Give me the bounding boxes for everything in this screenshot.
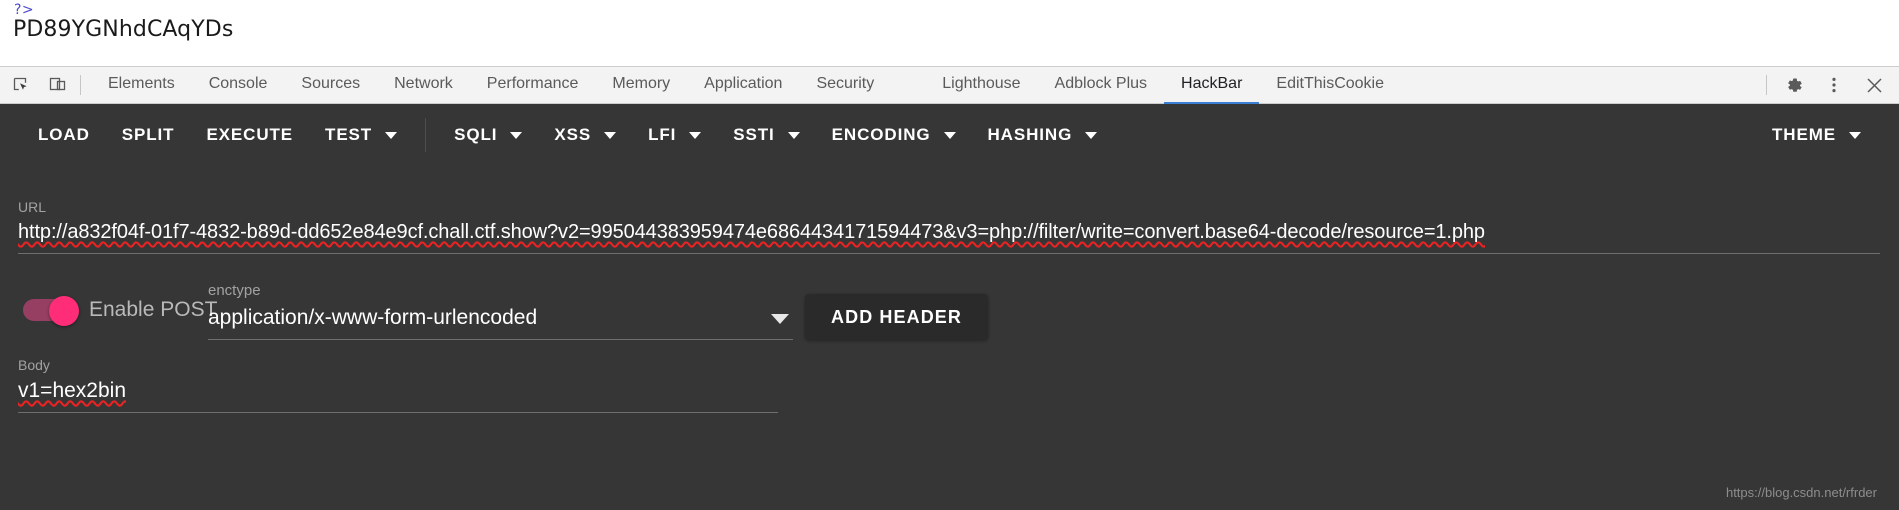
chevron-down-icon[interactable] (771, 314, 789, 324)
devtools-right-controls (1762, 67, 1899, 103)
hackbar-panel: LOAD SPLIT EXECUTE TEST SQLI XSS LFI SST… (0, 104, 1899, 510)
tab-label: Application (704, 75, 783, 92)
chevron-down-icon (787, 131, 800, 139)
tab-adblock-plus[interactable]: Adblock Plus (1038, 67, 1165, 104)
enctype-underline (208, 339, 793, 340)
chevron-down-icon (1085, 131, 1098, 139)
ssti-menu-button[interactable]: SSTI (717, 115, 815, 155)
tab-memory[interactable]: Memory (595, 67, 687, 104)
body-field[interactable]: Body v1=hex2bin (18, 357, 778, 413)
devtools-tab-bar: Elements Console Sources Network Perform… (0, 66, 1899, 104)
toggle-knob (49, 296, 79, 326)
tab-network[interactable]: Network (377, 67, 470, 104)
tab-label: Memory (612, 75, 671, 92)
tab-hackbar[interactable]: HackBar (1164, 67, 1260, 104)
tab-elements[interactable]: Elements (91, 67, 192, 104)
tab-editthiscookie[interactable]: EditThisCookie (1259, 67, 1401, 104)
chevron-down-icon (510, 131, 523, 139)
enctype-label: enctype (208, 282, 261, 299)
chevron-down-icon (943, 131, 956, 139)
tab-label: Lighthouse (942, 75, 1021, 92)
load-button[interactable]: LOAD (22, 115, 106, 155)
tab-console[interactable]: Console (192, 67, 285, 104)
add-header-button[interactable]: ADD HEADER (805, 294, 989, 340)
hashing-menu-button[interactable]: HASHING (972, 115, 1114, 155)
tab-label: Adblock Plus (1054, 75, 1148, 92)
hackbar-toolbar: LOAD SPLIT EXECUTE TEST SQLI XSS LFI SST… (0, 104, 1899, 166)
close-icon[interactable] (1859, 71, 1889, 99)
post-settings-row: Enable POST enctype application/x-www-fo… (18, 282, 1218, 352)
tab-label: Performance (486, 75, 579, 92)
tab-lighthouse[interactable]: Lighthouse (925, 67, 1037, 104)
tab-label: Network (394, 75, 453, 92)
enable-post-toggle[interactable]: Enable POST (23, 296, 218, 326)
toolbar-divider (1766, 75, 1767, 95)
page-base64-text: PD89YGNhdCAqYDs (13, 17, 234, 42)
devtools-tab-list: Elements Console Sources Network Perform… (91, 67, 1401, 104)
body-input[interactable]: v1=hex2bin (18, 379, 778, 403)
tab-label: Console (208, 75, 268, 92)
url-input[interactable]: http://a832f04f-01f7-4832-b89d-dd652e84e… (18, 221, 1880, 244)
page-php-fragment: ?> (14, 2, 35, 18)
more-vertical-icon[interactable] (1819, 71, 1849, 99)
test-menu-button[interactable]: TEST (309, 115, 413, 155)
chevron-down-icon (385, 131, 398, 139)
encoding-menu-button[interactable]: ENCODING (816, 115, 972, 155)
execute-button[interactable]: EXECUTE (190, 115, 309, 155)
button-label: SPLIT (121, 125, 175, 144)
chevron-down-icon (604, 131, 617, 139)
inspect-element-icon[interactable] (6, 71, 36, 99)
button-label: EXECUTE (206, 125, 294, 144)
url-label: URL (18, 199, 47, 215)
theme-menu-button[interactable]: THEME (1756, 115, 1877, 155)
button-label: LOAD (38, 125, 90, 144)
tab-security[interactable]: Security (799, 67, 891, 104)
gear-icon[interactable] (1779, 71, 1809, 99)
tab-label: Elements (108, 75, 175, 92)
button-label: XSS (554, 125, 592, 144)
tab-sources[interactable]: Sources (284, 67, 377, 104)
toggle-switch[interactable] (23, 296, 79, 326)
lfi-menu-button[interactable]: LFI (632, 115, 717, 155)
tab-application[interactable]: Application (687, 67, 799, 104)
web-page-content: ?> PD89YGNhdCAqYDs (0, 0, 1899, 66)
enctype-select-row[interactable]: application/x-www-form-urlencoded (208, 306, 793, 330)
button-label: ADD HEADER (831, 306, 963, 327)
button-label: ENCODING (831, 125, 931, 144)
sqli-menu-button[interactable]: SQLI (438, 115, 538, 155)
toolbar-divider (425, 118, 427, 152)
enctype-select[interactable]: enctype application/x-www-form-urlencode… (208, 282, 793, 340)
button-label: HASHING (987, 125, 1073, 144)
button-label: SSTI (733, 125, 775, 144)
button-label: TEST (325, 125, 373, 144)
xss-menu-button[interactable]: XSS (538, 115, 632, 155)
chevron-down-icon (689, 131, 702, 139)
body-underline (18, 412, 778, 413)
tab-label: HackBar (1181, 75, 1243, 92)
tab-label: EditThisCookie (1276, 75, 1385, 92)
chevron-down-icon (1849, 131, 1861, 139)
enable-post-label: Enable POST (89, 298, 218, 321)
body-label: Body (18, 357, 50, 373)
url-underline (18, 253, 1880, 254)
button-label: SQLI (454, 125, 498, 144)
toolbar-divider (80, 75, 81, 95)
button-label: THEME (1772, 125, 1836, 144)
button-label: LFI (648, 125, 677, 144)
device-toolbar-icon[interactable] (42, 71, 72, 99)
watermark-text: https://blog.csdn.net/rfrder (1725, 485, 1877, 500)
url-field[interactable]: URL http://a832f04f-01f7-4832-b89d-dd652… (18, 199, 1880, 254)
tab-performance[interactable]: Performance (470, 67, 596, 104)
tab-label: Sources (301, 75, 361, 92)
enctype-value: application/x-www-form-urlencoded (208, 306, 538, 329)
split-button[interactable]: SPLIT (106, 115, 191, 155)
tab-label: Security (816, 75, 875, 92)
